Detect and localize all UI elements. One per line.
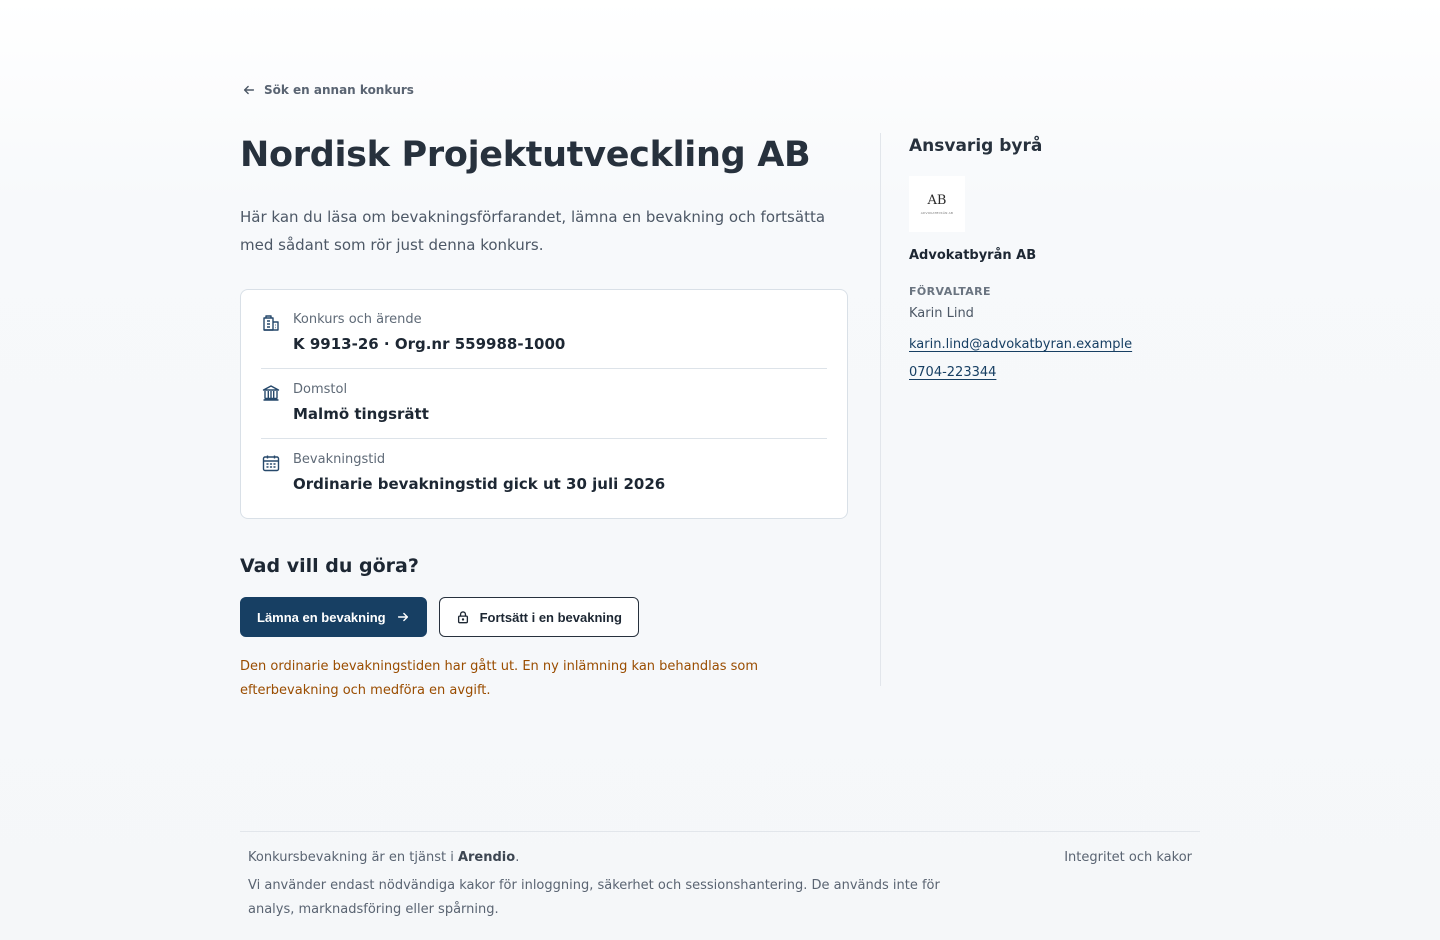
submit-claim-label: Lämna en bevakning bbox=[257, 609, 386, 625]
firm-logo-monogram: AB bbox=[927, 192, 947, 208]
detail-value: Malmö tingsrätt bbox=[293, 405, 429, 423]
courthouse-icon bbox=[261, 383, 281, 403]
administrator-name: Karin Lind bbox=[909, 306, 974, 321]
continue-claim-label: Fortsätt i en bevakning bbox=[479, 609, 622, 625]
detail-value: Ordinarie bevakningstid gick ut 30 juli … bbox=[293, 475, 666, 493]
firm-heading: Ansvarig byrå bbox=[909, 136, 1043, 156]
detail-label: Konkurs och ärende bbox=[293, 312, 422, 327]
footer-service-text: Konkursbevakning är en tjänst i Arendio. bbox=[248, 850, 519, 865]
column-divider bbox=[880, 133, 881, 686]
administrator-email-link[interactable]: karin.lind@advokatbyran.example bbox=[909, 337, 1132, 352]
continue-claim-button[interactable]: Fortsätt i en bevakning bbox=[438, 597, 639, 637]
administrator-phone-link[interactable]: 0704-223344 bbox=[909, 365, 996, 380]
building-icon bbox=[261, 313, 281, 333]
submit-claim-button[interactable]: Lämna en bevakning bbox=[240, 597, 427, 637]
page-lead: Här kan du läsa om bevakningsförfarandet… bbox=[240, 208, 826, 254]
firm-name: Advokatbyrån AB bbox=[909, 248, 1037, 263]
responsible-firm-panel: Ansvarig byrå AB ADVOKATBYRÅN AB Advokat… bbox=[909, 133, 1209, 380]
footer: Konkursbevakning är en tjänst i Arendio.… bbox=[240, 831, 1200, 917]
detail-row-deadline: Bevakningstid Ordinarie bevakningstid gi… bbox=[261, 438, 827, 508]
firm-logo: AB ADVOKATBYRÅN AB bbox=[909, 176, 965, 232]
footer-service-suffix: . bbox=[515, 850, 520, 865]
firm-logo-caption: ADVOKATBYRÅN AB bbox=[920, 210, 954, 215]
detail-value: K 9913-26 · Org.nr 559988-1000 bbox=[293, 335, 566, 353]
case-details-card: Konkurs och ärende K 9913-26 · Org.nr 55… bbox=[240, 289, 848, 519]
footer-cookie-text: Vi använder endast nödvändiga kakor för … bbox=[248, 878, 940, 917]
calendar-icon bbox=[261, 453, 281, 473]
role-label: FÖRVALTARE bbox=[909, 285, 991, 298]
detail-row-court: Domstol Malmö tingsrätt bbox=[261, 368, 827, 438]
back-link[interactable]: Sök en annan konkurs bbox=[242, 83, 414, 97]
actions-heading: Vad vill du göra? bbox=[240, 555, 419, 577]
footer-brand: Arendio bbox=[457, 850, 516, 865]
lock-icon bbox=[457, 611, 468, 624]
footer-service-prefix: Konkursbevakning är en tjänst i bbox=[248, 850, 458, 865]
detail-label: Bevakningstid bbox=[293, 452, 386, 467]
main-content: Nordisk Projektutveckling AB Här kan du … bbox=[240, 133, 848, 703]
detail-label: Domstol bbox=[293, 382, 348, 397]
arrow-left-icon bbox=[243, 85, 255, 95]
page-title: Nordisk Projektutveckling AB bbox=[240, 135, 811, 175]
action-buttons: Lämna en bevakning Fortsätt i en bevakni… bbox=[240, 597, 848, 637]
arrow-right-icon bbox=[397, 612, 408, 622]
detail-row-case: Konkurs och ärende K 9913-26 · Org.nr 55… bbox=[261, 299, 827, 368]
privacy-link[interactable]: Integritet och kakor bbox=[1064, 850, 1192, 865]
back-link-label: Sök en annan konkurs bbox=[264, 83, 414, 97]
deadline-warning: Den ordinarie bevakningstiden har gått u… bbox=[240, 659, 758, 698]
